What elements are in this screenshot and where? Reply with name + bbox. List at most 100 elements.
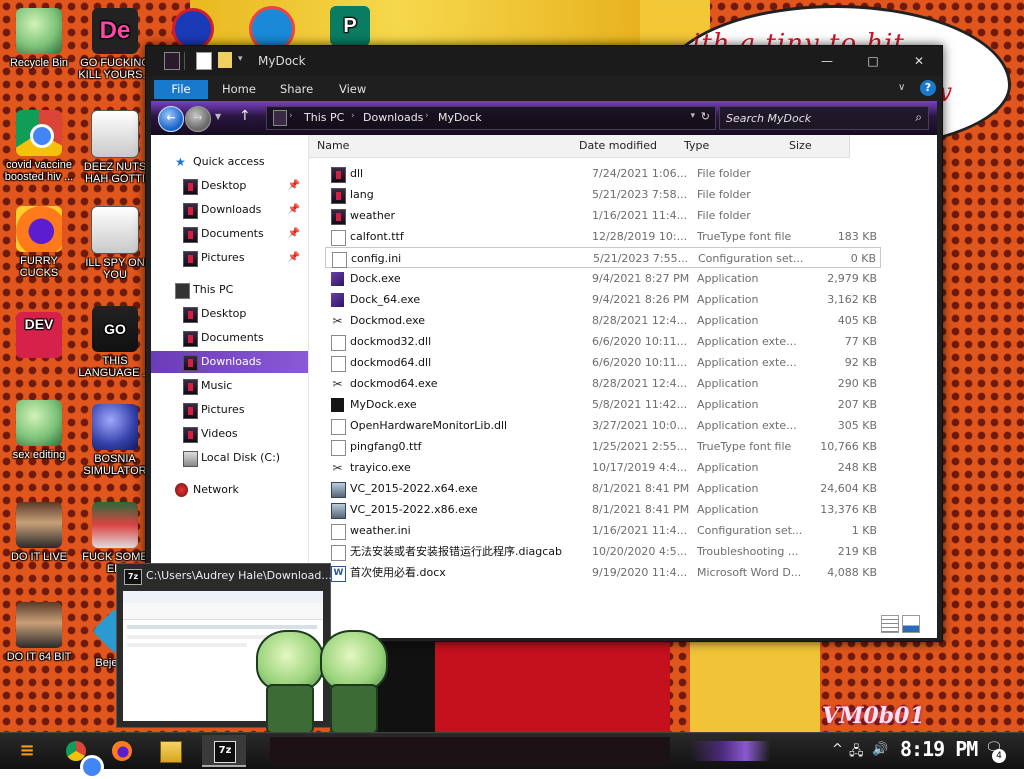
nav-pc-music[interactable]: Music [151, 375, 308, 397]
tab-share[interactable]: Share [270, 80, 323, 99]
minimize-button[interactable]: — [804, 46, 850, 76]
nav-pc-videos[interactable]: Videos [151, 423, 308, 445]
file-row[interactable]: VC_2015-2022.x64.exe 8/1/2021 8:41 PM Appl… [325, 478, 881, 499]
nav-network[interactable]: Network [151, 479, 308, 501]
file-row[interactable]: W 首次使用必看.docx 9/19/2020 11:4... Microsoft W… [325, 562, 881, 583]
up-button[interactable]: ↑ [239, 108, 251, 124]
desktop-icon-publisher[interactable]: P [325, 6, 375, 49]
address-bar[interactable]: › This PC › Downloads › MyDock ▾ ↻ [266, 106, 716, 130]
desktop-icon-bosnia[interactable]: BOSNIA SIMULATOR [76, 404, 154, 477]
desktop-icon-firefox[interactable]: FURRY CUCKS [0, 206, 78, 279]
desktop-icon-spy[interactable]: ILL SPY ON YOU [76, 206, 154, 281]
desktop-icon-sex-editing[interactable]: sex editing [0, 400, 78, 461]
file-size: 92 KB [844, 356, 877, 369]
file-row[interactable]: ✂ dockmod64.exe 8/28/2021 12:4... Applicati… [325, 373, 881, 394]
file-row[interactable]: config.ini 5/21/2023 7:55... Configuration… [325, 247, 881, 268]
recent-locations-dropdown-icon[interactable]: ▼ [215, 112, 221, 121]
pin-icon[interactable]: 📌 [288, 247, 300, 269]
file-row[interactable]: pingfang0.ttf 1/25/2021 2:55... TrueType f… [325, 436, 881, 457]
new-folder-icon[interactable] [218, 52, 232, 68]
file-row[interactable]: ✂ Dockmod.exe 8/28/2021 12:4... Application… [325, 310, 881, 331]
taskbar-7zip[interactable]: 7z [202, 735, 246, 767]
desktop-icon-dev[interactable]: DEV [0, 312, 78, 361]
help-icon[interactable]: ? [920, 80, 936, 96]
file-row[interactable]: calfont.ttf 12/28/2019 10:... TrueType fon… [325, 226, 881, 247]
tab-file[interactable]: File [154, 80, 208, 99]
quick-access-dropdown-icon[interactable]: ▾ [238, 54, 243, 64]
start-button[interactable]: ≡ [14, 738, 40, 764]
breadcrumb-this-pc[interactable]: This PC [304, 111, 344, 124]
file-row[interactable]: dockmod32.dll 6/6/2020 10:11... Applicatio… [325, 331, 881, 352]
search-icon[interactable]: ⌕ [915, 110, 922, 125]
nav-pc-downloads[interactable]: Downloads [151, 351, 308, 373]
desktop-icon-do-it-64-bit[interactable]: DO IT 64 BIT [0, 602, 78, 663]
network-tray-icon[interactable]: 🖧 [849, 742, 864, 764]
nav-pc-pictures[interactable]: Pictures [151, 399, 308, 421]
desktop-icon-this-language[interactable]: GO THIS LANGUAGE ... [76, 306, 154, 379]
column-header-type[interactable]: Type [676, 135, 782, 158]
file-type: Application [697, 482, 759, 495]
taskbar-chrome[interactable] [54, 735, 104, 779]
file-row[interactable]: Dock_64.exe 9/4/2021 8:26 PM Application 3,… [325, 289, 881, 310]
desktop-icon-chrome[interactable]: covid vaccine boosted hiv ... [0, 110, 78, 183]
file-row[interactable]: Dock.exe 9/4/2021 8:27 PM Application 2,979… [325, 268, 881, 289]
back-button[interactable]: ← [158, 106, 184, 132]
expand-ribbon-icon[interactable]: ∨ [898, 82, 905, 93]
close-button[interactable]: ✕ [896, 46, 942, 76]
firefox-icon [112, 741, 132, 761]
pin-icon[interactable]: 📌 [288, 175, 300, 197]
taskbar-firefox[interactable] [100, 735, 144, 767]
title-bar[interactable]: ▾ MyDock — □ ✕ [146, 46, 942, 76]
breadcrumb-mydock[interactable]: MyDock [438, 111, 482, 124]
nav-pc-desktop[interactable]: Desktop [151, 303, 308, 325]
details-view-button[interactable] [881, 615, 899, 633]
nav-quick-desktop[interactable]: Desktop 📌 [151, 175, 308, 197]
desktop-icon-deez-nuts[interactable]: DEEZ NUTS HAH GOTTI [76, 110, 154, 185]
nav-pc-documents[interactable]: Documents [151, 327, 308, 349]
file-row[interactable]: weather 1/16/2021 11:4... File folder [325, 205, 881, 226]
file-row[interactable]: VC_2015-2022.x86.exe 8/1/2021 8:41 PM Appl… [325, 499, 881, 520]
file-row[interactable]: dll 7/24/2021 1:06... File folder [325, 163, 881, 184]
desktop-icon-do-it-live[interactable]: DO IT LIVE [0, 502, 78, 563]
file-row[interactable]: dockmod64.dll 6/6/2020 10:11... Applicatio… [325, 352, 881, 373]
tab-home[interactable]: Home [212, 80, 266, 99]
file-row[interactable]: MyDock.exe 5/8/2021 11:42... Application 20… [325, 394, 881, 415]
large-icons-view-button[interactable] [902, 615, 920, 633]
breadcrumb-downloads[interactable]: Downloads [363, 111, 423, 124]
nav-this-pc[interactable]: This PC [151, 279, 308, 301]
nav-quick-pictures[interactable]: Pictures 📌 [151, 247, 308, 269]
tab-view[interactable]: View [329, 80, 376, 99]
pin-icon[interactable]: 📌 [288, 223, 300, 245]
7zip-icon: 7z [214, 741, 236, 763]
file-row[interactable]: OpenHardwareMonitorLib.dll 3/27/2021 10:0… [325, 415, 881, 436]
nav-quick-access[interactable]: ★ Quick access [151, 151, 308, 173]
nav-quick-documents[interactable]: Documents 📌 [151, 223, 308, 245]
refresh-icon[interactable]: ↻ [701, 110, 710, 123]
pin-icon[interactable]: 📌 [288, 199, 300, 221]
properties-icon[interactable] [196, 52, 212, 70]
chevron-right-icon[interactable]: › [351, 111, 355, 121]
file-row[interactable]: 无法安装或者安装报错运行此程序.diagcab 10/20/2020 4:5...… [325, 541, 881, 562]
address-dropdown-icon[interactable]: ▾ [690, 111, 695, 121]
recycle-bin-icon [16, 8, 62, 54]
forward-button[interactable]: → [185, 106, 211, 132]
file-row[interactable]: ✂ trayico.exe 10/17/2019 4:4... Application… [325, 457, 881, 478]
file-date: 5/21/2023 7:55... [593, 252, 689, 265]
nav-pc-local-disk[interactable]: Local Disk (C:) [151, 447, 308, 469]
chevron-right-icon[interactable]: › [425, 111, 429, 121]
file-row[interactable]: lang 5/21/2023 7:58... File folder [325, 184, 881, 205]
show-hidden-icons-chevron-icon[interactable]: ^ [832, 742, 843, 757]
maximize-button[interactable]: □ [850, 46, 896, 76]
column-header-date[interactable]: Date modified [571, 135, 677, 158]
column-header-name[interactable]: Name [309, 135, 572, 158]
chevron-right-icon[interactable]: › [289, 111, 293, 121]
volume-icon[interactable]: 🔊 [872, 742, 888, 757]
nav-quick-downloads[interactable]: Downloads 📌 [151, 199, 308, 221]
column-header-size[interactable]: Size [781, 135, 850, 158]
search-input[interactable]: Search MyDock ⌕ [719, 106, 929, 130]
desktop-icon-go-kill[interactable]: De GO FUCKING KILL YOURS... [76, 8, 154, 81]
taskbar-file-explorer[interactable] [148, 735, 192, 767]
clock[interactable]: 8:19 PM [900, 737, 978, 761]
desktop-icon-recycle-bin[interactable]: Recycle Bin [0, 8, 78, 69]
file-row[interactable]: weather.ini 1/16/2021 11:4... Configuratio… [325, 520, 881, 541]
